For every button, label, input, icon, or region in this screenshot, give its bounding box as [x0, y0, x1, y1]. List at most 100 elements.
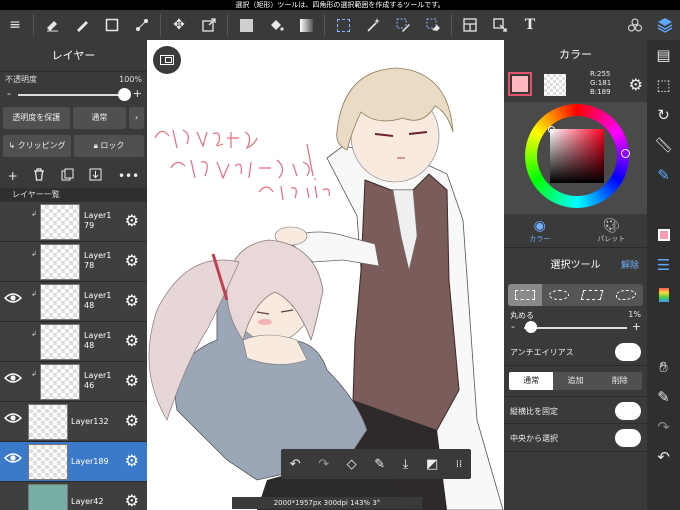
pen-settings-icon[interactable]: ✎: [647, 160, 680, 190]
undo-icon[interactable]: ↶: [290, 457, 301, 472]
layer-settings-gear-icon[interactable]: ⚙: [125, 331, 139, 350]
rotate-icon[interactable]: ↻: [647, 100, 680, 130]
brush-list-icon[interactable]: ☰: [647, 250, 680, 280]
select-pen-icon[interactable]: [388, 10, 418, 40]
dot-tool-icon[interactable]: [127, 10, 157, 40]
transform-icon[interactable]: [194, 10, 224, 40]
lasso-fill-icon[interactable]: ◇: [347, 457, 357, 472]
mode-subtract[interactable]: 削除: [598, 372, 642, 390]
gradient-icon[interactable]: [291, 10, 321, 40]
layer-settings-gear-icon[interactable]: ⚙: [125, 251, 139, 270]
color-icon[interactable]: [647, 220, 680, 250]
saturation-value-square[interactable]: [550, 129, 604, 183]
text-icon[interactable]: T: [515, 10, 545, 40]
opacity-plus-button[interactable]: +: [133, 87, 142, 100]
fix-aspect-toggle[interactable]: [615, 402, 641, 420]
redo-icon[interactable]: ↷: [647, 412, 680, 442]
frame-divider-icon[interactable]: [455, 10, 485, 40]
delete-layer-icon[interactable]: [33, 168, 45, 184]
blend-mode-chevron-icon[interactable]: ›: [129, 107, 144, 129]
merge-down-icon[interactable]: [89, 168, 102, 184]
layer-settings-gear-icon[interactable]: ⚙: [125, 411, 139, 430]
dropper-icon[interactable]: ✎: [647, 382, 680, 412]
opacity-knob[interactable]: [118, 88, 131, 101]
palette-icon[interactable]: [647, 280, 680, 310]
tab-color[interactable]: ◉ カラー: [504, 214, 576, 247]
move-icon[interactable]: ✥: [164, 10, 194, 40]
layer-row[interactable]: Layer132 ⚙: [0, 402, 147, 442]
shape-lasso[interactable]: [609, 284, 643, 306]
layer-settings-gear-icon[interactable]: ⚙: [125, 211, 139, 230]
round-minus-button[interactable]: -: [511, 320, 515, 333]
visibility-eye-icon[interactable]: [2, 372, 24, 392]
round-track[interactable]: [524, 327, 627, 329]
visibility-eye-icon[interactable]: [2, 452, 24, 472]
undo-icon[interactable]: ↶: [647, 442, 680, 472]
clipping-button[interactable]: ↳ クリッピング: [3, 135, 71, 157]
eyedropper-icon[interactable]: ✎: [374, 457, 385, 472]
layer-settings-gear-icon[interactable]: ⚙: [125, 451, 139, 470]
layers-icon[interactable]: [650, 10, 680, 40]
round-knob[interactable]: [524, 321, 537, 333]
visibility-eye-icon[interactable]: [2, 292, 24, 312]
opacity-track[interactable]: [18, 94, 127, 96]
tab-palette[interactable]: 🎨︎ パレット: [576, 214, 648, 247]
materials-icon[interactable]: [620, 10, 650, 40]
deselect-button[interactable]: 解除: [621, 254, 639, 278]
magic-wand-icon[interactable]: [358, 10, 388, 40]
add-layer-icon[interactable]: +: [8, 169, 18, 183]
layer-row[interactable]: ↲ Layer1 79 ⚙: [0, 202, 147, 242]
opacity-slider[interactable]: - +: [0, 86, 147, 104]
layer-row[interactable]: ↲ Layer1 48 ⚙: [0, 282, 147, 322]
layers-sheet-icon[interactable]: ▤: [647, 40, 680, 70]
from-center-toggle[interactable]: [615, 429, 641, 447]
save-icon[interactable]: ⤓: [403, 457, 409, 472]
drawing-canvas[interactable]: ↶ ↷ ◇ ✎ ⤓ ◩ ⁞⁞ 2000*1957px 300dpi 143% 3…: [147, 40, 504, 510]
fill-color-icon[interactable]: [231, 10, 261, 40]
visibility-eye-icon[interactable]: [2, 492, 24, 510]
shape-rectangle[interactable]: [508, 284, 542, 306]
main-color-swatch[interactable]: [508, 72, 532, 96]
round-plus-button[interactable]: +: [632, 320, 641, 333]
gear-icon[interactable]: ⚙: [629, 75, 643, 94]
transform-canvas-icon[interactable]: ◩: [426, 457, 438, 472]
sv-cursor[interactable]: [548, 126, 555, 133]
layer-settings-gear-icon[interactable]: ⚙: [125, 371, 139, 390]
select-rect-icon[interactable]: [328, 10, 358, 40]
layer-settings-gear-icon[interactable]: ⚙: [125, 291, 139, 310]
eraser-icon[interactable]: [37, 10, 67, 40]
layer-row[interactable]: ↲ Layer1 48 ⚙: [0, 322, 147, 362]
layer-more-icon[interactable]: •••: [118, 169, 139, 183]
canvas-view-button[interactable]: [153, 46, 181, 74]
visibility-eye-icon[interactable]: [2, 412, 24, 432]
visibility-eye-icon[interactable]: [2, 252, 24, 272]
layer-row[interactable]: ↲ Layer1 46 ⚙: [0, 362, 147, 402]
layer-settings-gear-icon[interactable]: ⚙: [125, 491, 139, 510]
mode-add[interactable]: 追加: [553, 372, 597, 390]
ruler-icon[interactable]: 📏︎: [647, 130, 680, 160]
opacity-minus-button[interactable]: -: [7, 87, 11, 100]
brush-icon[interactable]: [67, 10, 97, 40]
mode-normal[interactable]: 通常: [509, 372, 554, 390]
lock-button[interactable]: 🔒︎ ロック: [74, 135, 144, 157]
bucket-icon[interactable]: [261, 10, 291, 40]
duplicate-layer-icon[interactable]: [61, 168, 74, 184]
layer-row[interactable]: Layer42 ⚙: [0, 482, 147, 510]
visibility-eye-icon[interactable]: [2, 332, 24, 352]
shape-ellipse[interactable]: [542, 284, 576, 306]
visibility-eye-icon[interactable]: [2, 212, 24, 232]
square-shape-icon[interactable]: [97, 10, 127, 40]
redo-icon[interactable]: ↷: [318, 457, 329, 472]
hue-cursor[interactable]: [621, 149, 630, 158]
antialias-toggle[interactable]: [615, 343, 641, 361]
selection-icon[interactable]: ⬚: [647, 70, 680, 100]
sub-color-swatch[interactable]: [544, 74, 566, 96]
layer-row[interactable]: Layer189 ⚙: [0, 442, 147, 482]
select-eraser-icon[interactable]: [418, 10, 448, 40]
menu-icon[interactable]: ≡: [0, 10, 30, 40]
hand-icon[interactable]: ✋︎: [647, 352, 680, 382]
shape-polygon[interactable]: [576, 284, 610, 306]
grid-menu-icon[interactable]: ⁞⁞: [456, 459, 462, 470]
artwork[interactable]: [147, 40, 504, 510]
operation-icon[interactable]: [485, 10, 515, 40]
